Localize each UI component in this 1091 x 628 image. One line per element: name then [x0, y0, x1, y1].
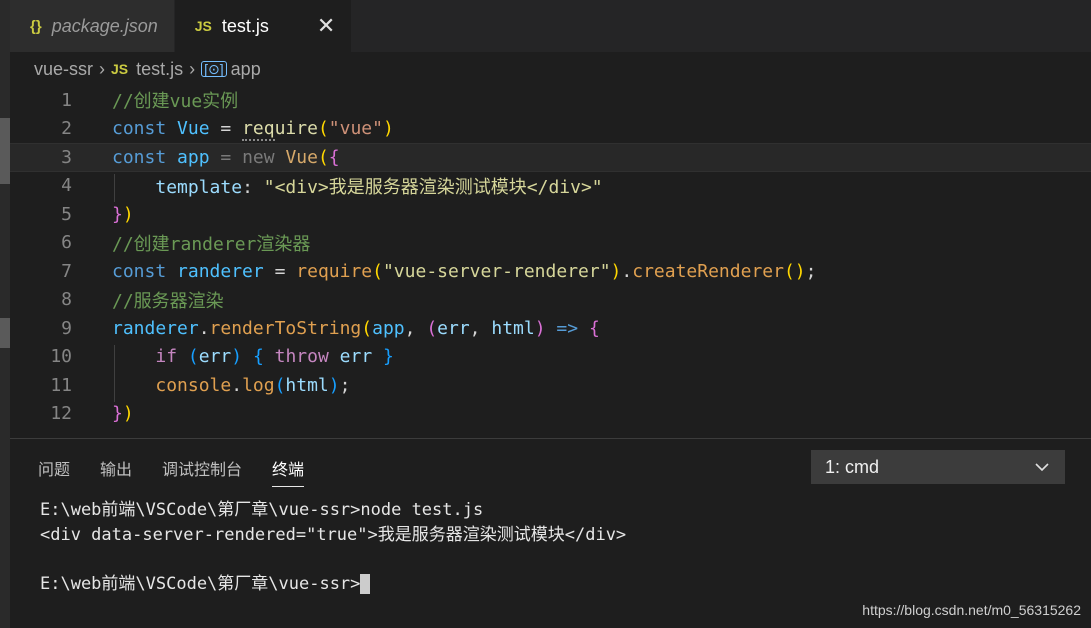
panel-divider — [10, 438, 1091, 439]
code-text: template: "<div>我是服务器渲染测试模块</div>" — [155, 176, 603, 198]
breadcrumb: vue-ssr › JS test.js › [⊙] app — [10, 52, 1091, 86]
line-number: 9 — [61, 317, 72, 339]
terminal-prompt-line: E:\web前端\VSCode\第厂章\vue-ssr> — [40, 572, 1070, 597]
code-line: 12 }) — [10, 400, 1091, 429]
line-number: 3 — [61, 146, 72, 168]
code-text: //创建randerer渲染器 — [112, 233, 311, 255]
line-number: 10 — [50, 346, 72, 368]
code-line: 9 randerer.renderToString(app, (err, htm… — [10, 314, 1091, 343]
terminal-cursor — [360, 573, 371, 594]
code-line: 6 //创建randerer渲染器 — [10, 229, 1091, 258]
code-text: if (err) { throw err } — [155, 346, 394, 368]
variable-symbol-icon: [⊙] — [201, 61, 227, 77]
tab-terminal[interactable]: 终端 — [272, 445, 305, 491]
tab-problems[interactable]: 问题 — [38, 445, 70, 491]
terminal-prompt: E:\web前端\VSCode\第厂章\vue-ssr> — [40, 573, 361, 594]
js-file-icon: JS — [111, 61, 129, 77]
line-number: 6 — [61, 232, 72, 254]
line-number: 12 — [50, 403, 72, 425]
code-line: 1 //创建vue实例 — [10, 86, 1091, 115]
editor-tab-bar: {} package.json JS test.js ✕ — [10, 0, 1091, 52]
line-number: 2 — [61, 118, 72, 140]
scroll-marker — [0, 118, 10, 184]
code-text: randerer.renderToString(app, (err, html)… — [112, 317, 600, 339]
line-number: 1 — [61, 89, 72, 111]
breadcrumb-symbol[interactable]: app — [231, 59, 261, 80]
code-text: const Vue = require("vue") — [112, 118, 394, 142]
breadcrumb-folder[interactable]: vue-ssr — [34, 59, 93, 80]
code-editor[interactable]: 1 //创建vue实例 2 const Vue = require("vue")… — [10, 86, 1091, 438]
code-line: 8 //服务器渲染 — [10, 286, 1091, 315]
chevron-right-icon: › — [99, 58, 106, 79]
scroll-marker — [0, 318, 10, 348]
code-text: }) — [112, 403, 134, 425]
line-number: 4 — [61, 175, 72, 197]
code-text: console.log(html); — [155, 374, 351, 396]
terminal-output[interactable]: E:\web前端\VSCode\第厂章\vue-ssr>node test.js… — [40, 498, 1070, 596]
line-number: 5 — [61, 203, 72, 225]
tab-output[interactable]: 输出 — [100, 445, 132, 491]
terminal-select-value: 1: cmd — [825, 456, 880, 477]
tab-label: test.js — [221, 15, 269, 36]
terminal-line: E:\web前端\VSCode\第厂章\vue-ssr>node test.js — [40, 500, 484, 520]
code-text: //服务器渲染 — [112, 290, 224, 312]
json-file-icon: {} — [30, 17, 42, 35]
breadcrumb-file[interactable]: test.js — [136, 59, 183, 80]
activity-strip — [0, 0, 10, 628]
js-file-icon: JS — [194, 18, 212, 34]
terminal-line: <div data-server-rendered="true">我是服务器渲染… — [40, 524, 627, 545]
tab-package-json[interactable]: {} package.json — [10, 0, 175, 52]
tab-debug-console[interactable]: 调试控制台 — [162, 445, 242, 491]
code-line: 4 template: "<div>我是服务器渲染测试模块</div>" — [10, 172, 1091, 201]
code-text: const app = new Vue({ — [112, 146, 340, 168]
code-text: //创建vue实例 — [112, 91, 239, 113]
code-line: 5 }) — [10, 200, 1091, 229]
line-number: 8 — [61, 289, 72, 311]
code-line: 2 const Vue = require("vue") — [10, 115, 1091, 144]
tab-label: package.json — [51, 15, 158, 36]
code-text: const randerer = require("vue-server-ren… — [112, 260, 817, 282]
panel-tab-bar: 问题 输出 调试控制台 终端 — [10, 445, 334, 491]
code-line: 10 if (err) { throw err } — [10, 343, 1091, 372]
close-icon[interactable]: ✕ — [317, 15, 335, 37]
code-text: }) — [112, 203, 134, 225]
code-line: 11 console.log(html); — [10, 371, 1091, 400]
chevron-down-icon — [1035, 462, 1049, 471]
line-number: 11 — [50, 374, 72, 396]
code-line-current: 3 const app = new Vue({ — [10, 143, 1091, 172]
tab-test-js[interactable]: JS test.js ✕ — [174, 0, 353, 52]
watermark: https://blog.csdn.net/m0_56315262 — [862, 602, 1081, 618]
code-line: 7 const randerer = require("vue-server-r… — [10, 257, 1091, 286]
chevron-right-icon: › — [189, 58, 196, 79]
terminal-select[interactable]: 1: cmd — [811, 450, 1065, 484]
line-number: 7 — [61, 260, 72, 282]
